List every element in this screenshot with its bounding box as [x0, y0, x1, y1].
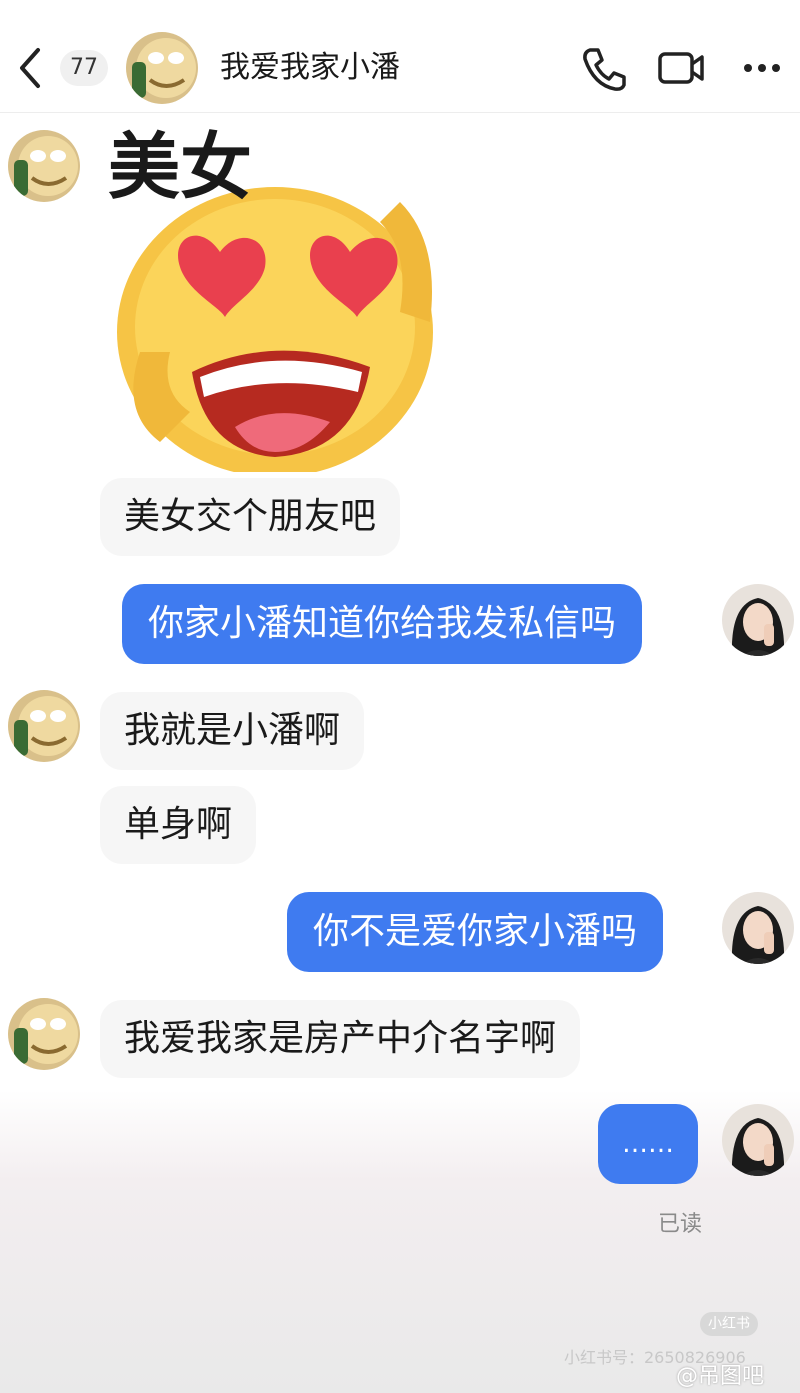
unread-count-badge[interactable]: 77	[60, 50, 108, 86]
video-call-icon[interactable]	[656, 44, 706, 92]
outgoing-message[interactable]: ……	[598, 1104, 698, 1184]
incoming-message[interactable]: 我就是小潘啊	[100, 692, 365, 770]
contact-avatar[interactable]	[126, 32, 198, 104]
tieba-watermark: @吊图吧	[676, 1364, 765, 1389]
sender-avatar[interactable]	[8, 130, 80, 202]
outgoing-message[interactable]: 你不是爱你家小潘吗	[287, 892, 664, 972]
contact-name: 我爱我家小潘	[220, 50, 400, 85]
back-icon[interactable]	[16, 46, 46, 90]
read-status: 已读	[658, 1212, 703, 1237]
sender-avatar[interactable]	[8, 690, 80, 762]
incoming-message[interactable]: 单身啊	[100, 786, 257, 864]
sticker-caption: 美女	[108, 125, 253, 209]
my-avatar[interactable]	[722, 892, 794, 964]
incoming-message[interactable]: 我爱我家是房产中介名字啊	[100, 1000, 581, 1078]
more-icon[interactable]	[738, 44, 788, 92]
sender-avatar[interactable]	[8, 998, 80, 1070]
my-avatar[interactable]	[722, 584, 794, 656]
phone-icon[interactable]	[578, 44, 628, 92]
my-avatar[interactable]	[722, 1104, 794, 1176]
chat-header: 77 我爱我家小潘	[0, 0, 800, 113]
outgoing-message[interactable]: 你家小潘知道你给我发私信吗	[122, 584, 643, 664]
xiaohongshu-watermark-badge: 小红书	[700, 1312, 758, 1336]
incoming-message[interactable]: 美女交个朋友吧	[100, 478, 401, 556]
